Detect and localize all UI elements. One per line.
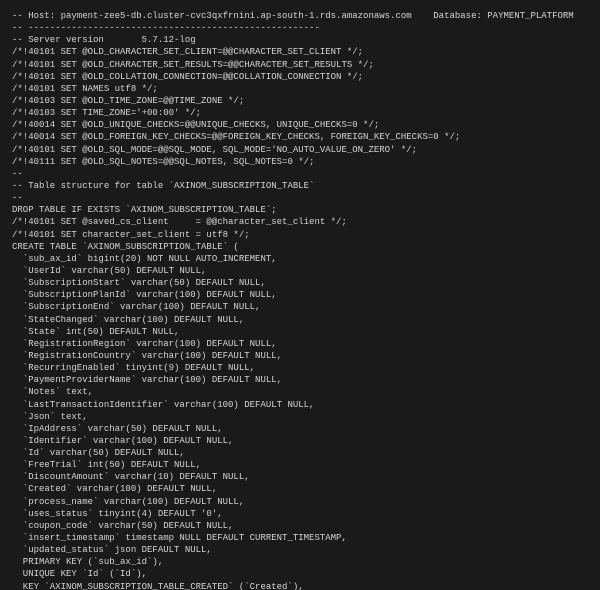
terminal-line: `LastTransactionIdentifier` varchar(100)… bbox=[12, 399, 588, 411]
terminal-line: `Created` varchar(100) DEFAULT NULL, bbox=[12, 483, 588, 495]
terminal-line: `StateChanged` varchar(100) DEFAULT NULL… bbox=[12, 314, 588, 326]
terminal-line: /*!40103 SET @OLD_TIME_ZONE=@@TIME_ZONE … bbox=[12, 95, 588, 107]
terminal-line: /*!40014 SET @OLD_UNIQUE_CHECKS=@@UNIQUE… bbox=[12, 119, 588, 131]
terminal-line: -- -------------------------------------… bbox=[12, 22, 588, 34]
terminal-line: `sub_ax_id` bigint(20) NOT NULL AUTO_INC… bbox=[12, 253, 588, 265]
terminal-line: `IpAddress` varchar(50) DEFAULT NULL, bbox=[12, 423, 588, 435]
terminal-line: `PaymentProviderName` varchar(100) DEFAU… bbox=[12, 374, 588, 386]
terminal-line: /*!40101 SET @OLD_CHARACTER_SET_CLIENT=@… bbox=[12, 46, 588, 58]
terminal-line: `UserId` varchar(50) DEFAULT NULL, bbox=[12, 265, 588, 277]
terminal-line: `Notes` text, bbox=[12, 386, 588, 398]
terminal-line: `SubscriptionStart` varchar(50) DEFAULT … bbox=[12, 277, 588, 289]
terminal-output: -- Host: payment-zee5-db.cluster-cvc3qxf… bbox=[0, 0, 600, 590]
terminal-line: `insert_timestamp` timestamp NULL DEFAUL… bbox=[12, 532, 588, 544]
terminal-line: /*!40101 SET @saved_cs_client = @@charac… bbox=[12, 216, 588, 228]
terminal-line: PRIMARY KEY (`sub_ax_id`), bbox=[12, 556, 588, 568]
terminal-line: UNIQUE KEY `Id` (`Id`), bbox=[12, 568, 588, 580]
terminal-line: `State` int(50) DEFAULT NULL, bbox=[12, 326, 588, 338]
terminal-line: /*!40101 SET @OLD_CHARACTER_SET_RESULTS=… bbox=[12, 59, 588, 71]
terminal-line: -- bbox=[12, 192, 588, 204]
terminal-line: `coupon_code` varchar(50) DEFAULT NULL, bbox=[12, 520, 588, 532]
terminal-line: -- Host: payment-zee5-db.cluster-cvc3qxf… bbox=[12, 10, 588, 22]
terminal-line: `RegistrationCountry` varchar(100) DEFAU… bbox=[12, 350, 588, 362]
terminal-line: /*!40103 SET TIME_ZONE='+00:00' */; bbox=[12, 107, 588, 119]
terminal-line: `updated_status` json DEFAULT NULL, bbox=[12, 544, 588, 556]
terminal-line: `Id` varchar(50) DEFAULT NULL, bbox=[12, 447, 588, 459]
terminal-line: -- Server version 5.7.12-log bbox=[12, 34, 588, 46]
terminal-line: /*!40014 SET @OLD_FOREIGN_KEY_CHECKS=@@F… bbox=[12, 131, 588, 143]
terminal-line: `Identifier` varchar(100) DEFAULT NULL, bbox=[12, 435, 588, 447]
terminal-line: -- bbox=[12, 168, 588, 180]
terminal-line: KEY `AXINOM_SUBSCRIPTION_TABLE_CREATED` … bbox=[12, 581, 588, 590]
terminal-line: `uses_status` tinyint(4) DEFAULT '0', bbox=[12, 508, 588, 520]
terminal-line: /*!40111 SET @OLD_SQL_NOTES=@@SQL_NOTES,… bbox=[12, 156, 588, 168]
terminal-line: /*!40101 SET character_set_client = utf8… bbox=[12, 229, 588, 241]
terminal-line: `SubscriptionEnd` varchar(100) DEFAULT N… bbox=[12, 301, 588, 313]
terminal-line: `process_name` varchar(100) DEFAULT NULL… bbox=[12, 496, 588, 508]
terminal-line: /*!40101 SET @OLD_COLLATION_CONNECTION=@… bbox=[12, 71, 588, 83]
terminal-line: `SubscriptionPlanId` varchar(100) DEFAUL… bbox=[12, 289, 588, 301]
terminal-line: CREATE TABLE `AXINOM_SUBSCRIPTION_TABLE`… bbox=[12, 241, 588, 253]
terminal-line: DROP TABLE IF EXISTS `AXINOM_SUBSCRIPTIO… bbox=[12, 204, 588, 216]
terminal-line: /*!40101 SET @OLD_SQL_MODE=@@SQL_MODE, S… bbox=[12, 144, 588, 156]
terminal-line: `RegistrationRegion` varchar(100) DEFAUL… bbox=[12, 338, 588, 350]
terminal-line: -- Table structure for table `AXINOM_SUB… bbox=[12, 180, 588, 192]
terminal-line: /*!40101 SET NAMES utf8 */; bbox=[12, 83, 588, 95]
terminal-line: `DiscountAmount` varchar(10) DEFAULT NUL… bbox=[12, 471, 588, 483]
terminal-line: `RecurringEnabled` tinyint(9) DEFAULT NU… bbox=[12, 362, 588, 374]
terminal-line: `Json` text, bbox=[12, 411, 588, 423]
terminal-line: `FreeTrial` int(50) DEFAULT NULL, bbox=[12, 459, 588, 471]
